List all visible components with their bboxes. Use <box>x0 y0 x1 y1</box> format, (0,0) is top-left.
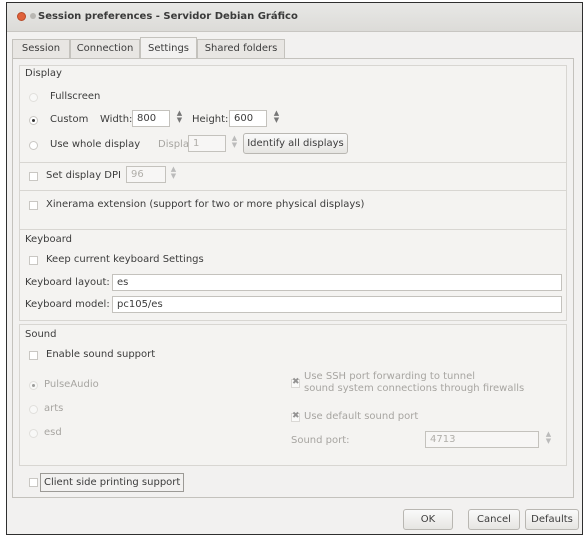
session-preferences-window: Session preferences - Servidor Debian Gr… <box>6 2 583 535</box>
window-title: Session preferences - Servidor Debian Gr… <box>38 11 298 22</box>
client-printing-label[interactable]: Client side printing support <box>40 473 185 492</box>
default-sound-port-label: Use default sound port <box>304 411 419 422</box>
display-spin-arrows-icon[interactable]: ▲ ▼ <box>229 135 240 152</box>
custom-radio[interactable] <box>29 116 38 125</box>
tab-settings[interactable]: Settings <box>140 37 197 59</box>
keyboard-layout-label: Keyboard layout: <box>25 277 110 288</box>
title-bar: Session preferences - Servidor Debian Gr… <box>7 3 582 32</box>
sound-port-spin-arrows-icon[interactable]: ▲ ▼ <box>543 431 554 448</box>
sound-port-spinbox[interactable]: 4713 <box>425 431 539 448</box>
client-printing-checkbox[interactable] <box>29 478 38 487</box>
ok-button[interactable]: OK <box>403 509 453 530</box>
close-icon[interactable] <box>17 12 26 21</box>
display-divider <box>20 162 566 163</box>
width-spinbox[interactable]: 800 <box>132 110 170 127</box>
esd-radio[interactable] <box>29 429 38 438</box>
keep-keyboard-settings-label: Keep current keyboard Settings <box>46 254 204 265</box>
sound-port-label: Sound port: <box>291 435 350 446</box>
width-spin-arrows-icon[interactable]: ▲ ▼ <box>174 110 185 127</box>
set-dpi-label: Set display DPI <box>46 170 121 181</box>
keyboard-layout-input[interactable]: es <box>112 274 562 291</box>
custom-label: Custom <box>50 114 89 125</box>
set-dpi-checkbox[interactable] <box>29 172 38 181</box>
esd-label: esd <box>44 427 62 438</box>
height-spinbox[interactable]: 600 <box>229 110 267 127</box>
enable-sound-checkbox[interactable] <box>29 351 38 360</box>
width-label: Width: <box>100 114 133 125</box>
use-whole-display-radio[interactable] <box>29 141 38 150</box>
keyboard-model-label: Keyboard model: <box>25 299 110 310</box>
identify-all-displays-button[interactable]: Identify all displays <box>243 133 348 154</box>
defaults-button[interactable]: Defaults <box>525 509 579 530</box>
dpi-divider <box>20 190 566 191</box>
display-section-title: Display <box>25 68 62 79</box>
tab-connection[interactable]: Connection <box>70 39 140 58</box>
fullscreen-radio[interactable] <box>29 93 38 102</box>
tab-session[interactable]: Session <box>12 39 70 58</box>
tab-shared-folders[interactable]: Shared folders <box>197 39 285 58</box>
height-label: Height: <box>192 114 229 125</box>
display-number-spinbox[interactable]: 1 <box>188 135 226 152</box>
sound-section: Sound Enable sound support PulseAudio ar… <box>19 324 567 466</box>
ssh-forwarding-label-line2: sound system connections through firewal… <box>304 383 525 394</box>
keyboard-model-input[interactable]: pc105/es <box>112 296 562 313</box>
pulseaudio-label: PulseAudio <box>44 379 99 390</box>
arts-radio[interactable] <box>29 405 38 414</box>
ssh-forwarding-label-line1: Use SSH port forwarding to tunnel <box>304 371 475 382</box>
xinerama-label: Xinerama extension (support for two or m… <box>46 199 365 210</box>
xinerama-checkbox[interactable] <box>29 201 38 210</box>
height-spin-arrows-icon[interactable]: ▲ ▼ <box>271 110 282 127</box>
ssh-forwarding-checkbox[interactable] <box>291 377 300 388</box>
keep-keyboard-settings-checkbox[interactable] <box>29 256 38 265</box>
default-sound-port-checkbox[interactable] <box>291 411 300 422</box>
enable-sound-label: Enable sound support <box>46 349 156 360</box>
cancel-button[interactable]: Cancel <box>468 509 520 530</box>
settings-panel: Display Fullscreen Custom Width: 800 ▲ ▼ … <box>12 58 574 498</box>
dpi-spin-arrows-icon[interactable]: ▲ ▼ <box>168 166 179 183</box>
dpi-spinbox[interactable]: 96 <box>126 166 166 183</box>
keyboard-section: Keyboard Keep current keyboard Settings … <box>19 229 567 321</box>
display-section: Display Fullscreen Custom Width: 800 ▲ ▼ … <box>19 65 567 231</box>
fullscreen-label: Fullscreen <box>50 91 101 102</box>
sound-section-title: Sound <box>25 329 57 340</box>
minimize-icon[interactable] <box>30 13 36 19</box>
pulseaudio-radio[interactable] <box>29 381 38 390</box>
keyboard-section-title: Keyboard <box>25 234 73 245</box>
arts-label: arts <box>44 403 64 414</box>
use-whole-display-label: Use whole display <box>50 139 141 150</box>
